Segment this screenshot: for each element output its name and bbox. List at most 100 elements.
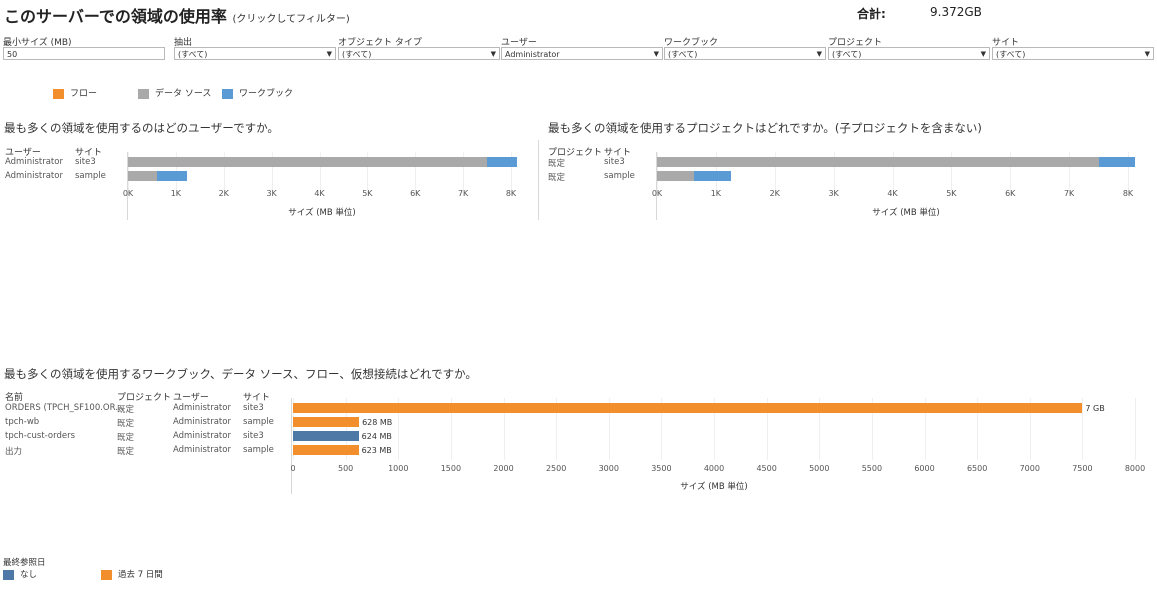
row-user[interactable]: Administrator [5,171,63,181]
axis-tick-label: 1K [170,189,182,198]
filter-object-type: オブジェクト タイプ (すべて) ▼ [338,35,500,60]
gridline [1082,398,1084,460]
axis-tick-label: 4500 [756,464,777,473]
row-site[interactable]: sample [75,171,106,181]
chevron-down-icon: ▼ [490,50,496,58]
axis-title: サイズ (MB 単位) [680,482,748,492]
bar[interactable] [293,431,359,441]
axis-line [291,398,292,494]
min-size-input[interactable]: 50 [3,47,165,60]
total-value: 9.372GB [930,5,982,19]
bar-segment[interactable] [487,157,517,167]
legend-swatch [138,88,149,99]
column-header-user: ユーザー [173,393,209,403]
bar-segment[interactable] [657,157,1099,167]
project-dropdown[interactable]: (すべて) ▼ [828,47,990,60]
filter-workbook: ワークブック (すべて) ▼ [664,35,826,60]
bar[interactable] [293,417,360,427]
row-name[interactable]: tpch-cust-orders [5,431,75,441]
row-project[interactable]: 既定 [117,403,134,415]
legend-swatch [53,88,64,99]
axis-title: サイズ (MB 単位) [872,208,940,218]
legend-label: 過去 7 日間 [118,570,163,580]
chevron-down-icon: ▼ [980,50,986,58]
row-project[interactable]: 既定 [548,171,565,183]
bar[interactable] [293,403,1083,413]
row-site[interactable]: site3 [243,403,264,413]
title-text: このサーバーでの領域の使用率 [4,7,227,26]
row-user[interactable]: Administrator [173,445,231,455]
row-name[interactable]: tpch-wb [5,417,39,427]
row-project[interactable]: 既定 [117,417,134,429]
extract-dropdown[interactable]: (すべて) ▼ [174,47,336,60]
bar-segment[interactable] [1098,157,1136,167]
site-dropdown[interactable]: (すべて) ▼ [992,47,1154,60]
legend-item-past-7-days[interactable]: 過去 7 日間 [101,568,163,580]
row-user[interactable]: Administrator [173,417,231,427]
legend-item-none[interactable]: なし [3,568,37,580]
bar-segment[interactable] [128,157,488,167]
page-title: このサーバーでの領域の使用率 (クリックしてフィルター) [4,3,350,27]
row-site[interactable]: site3 [75,157,96,167]
axis-tick-label: 0K [122,189,134,198]
bar-segment[interactable] [156,171,188,181]
legend-item-flow[interactable]: フロー [53,86,97,99]
row-project[interactable]: 既定 [117,431,134,443]
gridline [1135,398,1136,460]
object-type-dropdown[interactable]: (すべて) ▼ [338,47,500,60]
axis-tick-label: 5K [362,189,373,198]
bar-segment[interactable] [128,171,157,181]
projects-chart-title: 最も多くの領域を使用するプロジェクトはどれですか。(子プロジェクトを含まない) [548,121,982,135]
row-user[interactable]: Administrator [173,403,231,413]
legend-item-datasource[interactable]: データ ソース [138,86,211,99]
chevron-down-icon: ▼ [816,50,822,58]
total-label: 合計: [857,7,886,21]
user-dropdown[interactable]: Administrator ▼ [501,47,663,60]
row-name[interactable]: 出力 [5,445,22,457]
legend-label: なし [20,570,38,580]
legend-item-workbook[interactable]: ワークブック [222,86,293,99]
row-site[interactable]: sample [243,445,274,455]
filter-label: サイト [992,38,1020,48]
legend-swatch [3,569,14,580]
chart-divider [538,140,539,220]
filter-project: プロジェクト (すべて) ▼ [828,35,990,60]
row-site[interactable]: sample [604,171,635,181]
row-user[interactable]: Administrator [173,431,231,441]
legend-swatch [101,569,112,580]
axis-tick-label: 7K [1063,189,1075,198]
bar[interactable] [293,445,359,455]
row-project[interactable]: 既定 [548,157,565,169]
bar-data-label: 623 MB [361,445,392,455]
bar-segment[interactable] [693,171,731,181]
axis-tick-label: 3K [828,189,839,198]
axis-tick-label: 5000 [809,464,830,473]
axis-tick-label: 1K [710,189,722,198]
axis-tick-label: 4K [314,189,325,198]
row-site[interactable]: site3 [604,157,625,167]
row-name[interactable]: ORDERS (TPCH_SF100.OR... [5,403,123,413]
axis-tick-label: 8K [505,189,517,198]
row-project[interactable]: 既定 [117,445,134,457]
filter-value: (すべて) [832,50,862,59]
axis-tick-label: 7000 [1019,464,1040,473]
row-site[interactable]: site3 [243,431,264,441]
filter-min-size: 最小サイズ (MB) 50 [3,35,165,60]
bar-data-label: 624 MB [361,431,392,441]
filter-value: Administrator [505,50,560,59]
title-subtitle: (クリックしてフィルター) [232,14,350,25]
legend-label: ワークブック [239,89,294,99]
filter-label: 最小サイズ (MB) [3,38,72,48]
axis-title: サイズ (MB 単位) [288,208,356,218]
row-user[interactable]: Administrator [5,157,63,167]
row-site[interactable]: sample [243,417,274,427]
axis-tick-label: 8000 [1124,464,1146,473]
date-legend-title: 最終参照日 [3,558,46,568]
filter-user: ユーザー Administrator ▼ [501,35,663,60]
axis-tick-label: 1500 [440,464,462,473]
bar-segment[interactable] [657,171,694,181]
legend-label: データ ソース [155,89,212,99]
workbook-dropdown[interactable]: (すべて) ▼ [664,47,826,60]
axis-tick-label: 8K [1122,189,1134,198]
axis-tick-label: 7K [457,189,469,198]
